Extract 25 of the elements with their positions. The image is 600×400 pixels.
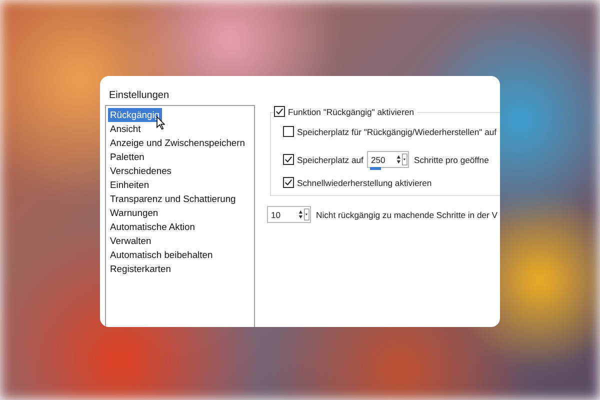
- category-item[interactable]: Einheiten: [108, 178, 152, 192]
- spin-suffix-label: Schritte pro geöffne: [414, 154, 489, 164]
- category-item[interactable]: Rückgängig: [108, 108, 162, 122]
- value-bar: [370, 167, 381, 170]
- option-checkbox[interactable]: Speicherplatz auf: [283, 154, 367, 165]
- category-item[interactable]: Registerkarten: [108, 262, 173, 276]
- steps-spin-field[interactable]: 250: [367, 151, 409, 168]
- undo-steps-spin-field[interactable]: 10: [267, 206, 311, 223]
- category-item[interactable]: Automatische Aktion: [108, 220, 197, 234]
- category-item[interactable]: Warnungen: [108, 206, 160, 220]
- undo-enable-checkbox[interactable]: Funktion "Rückgängig" aktivieren: [274, 106, 418, 117]
- category-item[interactable]: Ansicht: [108, 122, 143, 136]
- undo-steps-label: Nicht rückgängig zu machende Schritte in der V: [316, 210, 498, 220]
- category-item[interactable]: Transparenz und Schattierung: [108, 192, 238, 206]
- dialog-title: Einstellungen: [108, 90, 170, 103]
- category-item[interactable]: Automatisch beibehalten: [108, 248, 215, 262]
- category-item[interactable]: Verwalten: [108, 234, 154, 248]
- category-item[interactable]: Paletten: [108, 150, 146, 164]
- check-icon: [275, 107, 284, 116]
- option-checkbox[interactable]: Schnellwiederherstellung aktivieren: [283, 177, 432, 188]
- category-item[interactable]: Verschiedenes: [108, 164, 174, 178]
- check-icon: [284, 155, 293, 164]
- check-icon: [284, 178, 293, 187]
- category-item[interactable]: Anzeige und Zwischenspeichern: [108, 136, 247, 150]
- option-checkbox[interactable]: Speicherplatz für "Rückgängig/Wiederherstellen" auf: [283, 126, 497, 137]
